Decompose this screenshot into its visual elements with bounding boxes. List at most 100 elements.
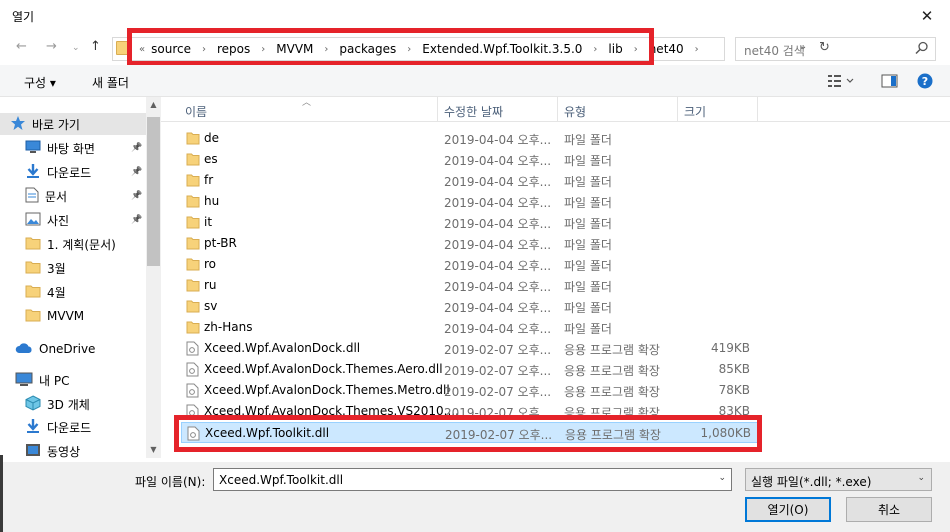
file-name: Xceed.Wpf.AvalonDock.Themes.Metro.dll xyxy=(204,383,450,397)
table-row[interactable]: fr 2019-04-04 오후... 파일 폴더 xyxy=(181,170,759,191)
up-arrow-icon[interactable]: ↑ xyxy=(90,39,101,54)
file-date: 2019-04-04 오후... xyxy=(444,217,552,231)
file-size: 419KB xyxy=(710,341,750,355)
folder-icon xyxy=(25,308,41,325)
folder-icon xyxy=(25,284,41,301)
scroll-down-icon[interactable]: ▼ xyxy=(147,445,160,454)
nav-item[interactable]: 다운로드 📌 xyxy=(0,161,146,183)
file-type: 응용 프로그램 확장 xyxy=(564,343,660,357)
folder-icon xyxy=(186,131,200,148)
file-list: ︿ 이름 수정한 날짜 유형 크기 de 2019-04-04 오후... 파일 폴… xyxy=(161,97,950,462)
nav-item[interactable]: 동영상 xyxy=(0,440,146,462)
help-icon[interactable]: ? xyxy=(917,73,933,89)
folder-icon xyxy=(186,194,200,211)
cloud-icon xyxy=(15,342,33,357)
file-type: 파일 폴더 xyxy=(564,196,612,210)
nav-item[interactable]: 사진 📌 xyxy=(0,209,146,231)
nav-item[interactable]: 바탕 화면 📌 xyxy=(0,137,146,159)
title-bar: 열기 ✕ xyxy=(0,0,950,31)
folder-icon xyxy=(186,320,200,337)
file-date: 2019-04-04 오후... xyxy=(444,238,552,252)
nav-item[interactable]: 다운로드 xyxy=(0,416,146,438)
table-row[interactable]: pt-BR 2019-04-04 오후... 파일 폴더 xyxy=(181,233,759,254)
nav-item[interactable]: 문서 📌 xyxy=(0,185,146,207)
file-name: ru xyxy=(204,278,217,292)
forward-arrow-icon[interactable]: → xyxy=(46,39,57,54)
table-row[interactable]: Xceed.Wpf.AvalonDock.Themes.Aero.dll 2019… xyxy=(181,359,759,380)
table-row[interactable]: it 2019-04-04 오후... 파일 폴더 xyxy=(181,212,759,233)
breadcrumb-chevron-icon[interactable]: › xyxy=(695,44,699,55)
window-edge xyxy=(0,455,3,532)
nav-item[interactable]: 내 PC xyxy=(0,369,146,391)
filetype-select[interactable]: 실행 파일(*.dll; *.exe) ⌄ xyxy=(745,468,932,491)
column-divider[interactable] xyxy=(677,97,678,122)
folder-icon xyxy=(25,236,41,253)
file-name: es xyxy=(204,152,218,166)
column-divider[interactable] xyxy=(437,97,438,122)
nav-item[interactable]: 1. 계획(문서) xyxy=(0,233,146,255)
column-divider[interactable] xyxy=(757,97,758,122)
scroll-up-icon[interactable]: ▲ xyxy=(147,100,160,109)
new-folder-button[interactable]: 새 폴더 xyxy=(92,74,129,91)
document-icon xyxy=(25,187,39,206)
nav-scroll-thumb[interactable] xyxy=(147,117,160,266)
file-name: ro xyxy=(204,257,217,271)
organize-menu[interactable]: 구성 ▾ xyxy=(24,74,56,91)
open-button[interactable]: 열기(O) xyxy=(745,497,831,522)
dll-file-icon xyxy=(186,341,199,359)
file-date: 2019-02-07 오후... xyxy=(444,364,552,378)
file-type: 파일 폴더 xyxy=(564,154,612,168)
folder-icon xyxy=(186,236,200,253)
nav-item[interactable]: 4월 xyxy=(0,281,146,303)
file-type: 파일 폴더 xyxy=(564,301,612,315)
close-button[interactable]: ✕ xyxy=(904,0,950,31)
column-size[interactable]: 크기 xyxy=(684,103,706,120)
nav-item[interactable]: 3월 xyxy=(0,257,146,279)
cancel-button[interactable]: 취소 xyxy=(846,497,932,522)
file-date: 2019-04-04 오후... xyxy=(444,133,552,147)
folder-icon xyxy=(186,152,200,169)
nav-item[interactable]: 3D 개체 xyxy=(0,393,146,415)
navigation-pane: 바로 가기 바탕 화면 📌 다운로드 📌 문서 📌 사진 📌 1. 계획(문서) 3월 4월 MVVM O… xyxy=(0,97,161,462)
table-row[interactable]: de 2019-04-04 오후... 파일 폴더 xyxy=(181,128,759,149)
nav-item-label: 3D 개체 xyxy=(47,397,90,412)
table-row[interactable]: ru 2019-04-04 오후... 파일 폴더 xyxy=(181,275,759,296)
file-name: de xyxy=(204,131,219,145)
video-icon xyxy=(25,443,41,460)
table-row[interactable]: es 2019-04-04 오후... 파일 폴더 xyxy=(181,149,759,170)
file-date: 2019-04-04 오후... xyxy=(444,322,552,336)
table-row[interactable]: sv 2019-04-04 오후... 파일 폴더 xyxy=(181,296,759,317)
desktop-icon xyxy=(25,140,41,157)
nav-item[interactable]: OneDrive xyxy=(0,338,146,360)
file-name: sv xyxy=(204,299,218,313)
nav-item-label: 문서 xyxy=(45,189,68,204)
nav-item[interactable]: 바로 가기 xyxy=(0,113,146,135)
file-type: 파일 폴더 xyxy=(564,322,612,336)
file-date: 2019-02-07 오후... xyxy=(444,343,552,357)
column-name[interactable]: 이름 xyxy=(185,103,207,120)
table-row[interactable]: Xceed.Wpf.AvalonDock.dll 2019-02-07 오후...… xyxy=(181,338,759,359)
file-date: 2019-04-04 오후... xyxy=(444,259,552,273)
column-type[interactable]: 유형 xyxy=(564,103,586,120)
nav-item-label: 1. 계획(문서) xyxy=(47,237,116,252)
back-arrow-icon[interactable]: ← xyxy=(16,39,27,54)
column-divider[interactable] xyxy=(557,97,558,122)
recent-dropdown-icon[interactable]: ⌄ xyxy=(72,43,80,53)
view-options-icon[interactable] xyxy=(827,73,855,89)
file-name: zh-Hans xyxy=(204,320,253,334)
table-row[interactable]: hu 2019-04-04 오후... 파일 폴더 xyxy=(181,191,759,212)
chevron-down-icon[interactable]: ⌄ xyxy=(718,473,726,483)
file-name: Xceed.Wpf.AvalonDock.Themes.Aero.dll xyxy=(204,362,443,376)
search-input[interactable]: net40 검색 xyxy=(735,37,936,61)
pin-icon: 📌 xyxy=(131,143,143,153)
column-date[interactable]: 수정한 날짜 xyxy=(444,103,503,120)
filename-input[interactable]: Xceed.Wpf.Toolkit.dll ⌄ xyxy=(213,468,732,491)
table-row[interactable]: ro 2019-04-04 오후... 파일 폴더 xyxy=(181,254,759,275)
bottom-bar: 파일 이름(N): Xceed.Wpf.Toolkit.dll ⌄ 실행 파일(… xyxy=(0,462,950,532)
folder-icon xyxy=(186,173,200,190)
table-row[interactable]: Xceed.Wpf.AvalonDock.Themes.Metro.dll 201… xyxy=(181,380,759,401)
filetype-value: 실행 파일(*.dll; *.exe) xyxy=(751,475,872,489)
nav-item[interactable]: MVVM xyxy=(0,305,146,327)
table-row[interactable]: zh-Hans 2019-04-04 오후... 파일 폴더 xyxy=(181,317,759,338)
preview-pane-icon[interactable] xyxy=(881,73,898,89)
